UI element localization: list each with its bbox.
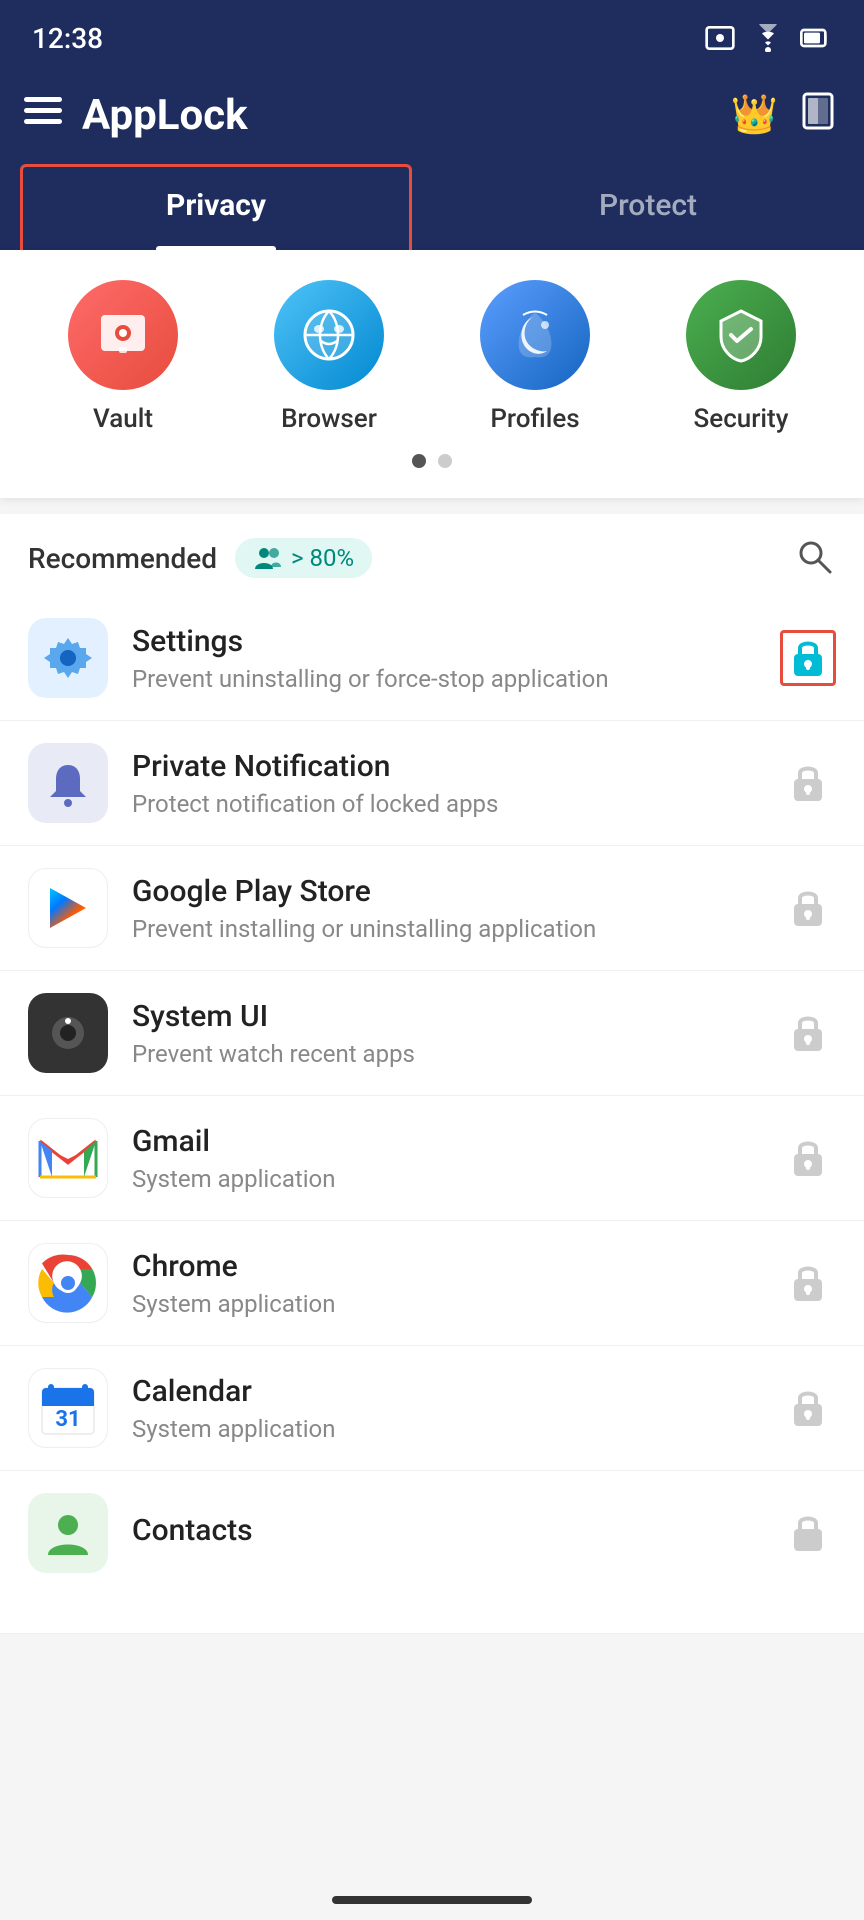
vip-crown-icon[interactable]: 👑	[731, 93, 778, 137]
app-title: AppLock	[82, 91, 711, 140]
status-time: 12:38	[32, 22, 103, 55]
contacts-app-icon	[28, 1493, 108, 1573]
status-bar: 12:38	[0, 0, 864, 70]
playstore-app-desc: Prevent installing or uninstalling appli…	[132, 915, 756, 943]
notification-app-icon	[28, 743, 108, 823]
app-item-calendar[interactable]: 31 Calendar System application	[0, 1346, 864, 1471]
chrome-app-icon	[28, 1243, 108, 1323]
calendar-app-name: Calendar	[132, 1374, 756, 1409]
feature-security-label: Security	[694, 404, 789, 434]
battery-icon	[800, 22, 832, 54]
dot-1	[412, 454, 426, 468]
gmail-app-info: Gmail System application	[132, 1124, 756, 1193]
gmail-app-desc: System application	[132, 1165, 756, 1193]
vault-icon-circle	[68, 280, 178, 390]
playstore-app-name: Google Play Store	[132, 874, 756, 909]
chrome-app-name: Chrome	[132, 1249, 756, 1284]
systemui-app-desc: Prevent watch recent apps	[132, 1040, 756, 1068]
tab-active-indicator	[20, 164, 412, 250]
settings-app-name: Settings	[132, 624, 756, 659]
dot-2	[438, 454, 452, 468]
chrome-app-desc: System application	[132, 1290, 756, 1318]
feature-cards-container: Vault Browser	[0, 250, 864, 498]
carousel-dots	[20, 454, 844, 478]
playstore-app-info: Google Play Store Prevent installing or …	[132, 874, 756, 943]
recommended-header: Recommended > 80%	[0, 514, 864, 596]
home-indicator	[332, 1896, 532, 1904]
screen-record-icon	[704, 22, 736, 54]
gmail-app-icon	[28, 1118, 108, 1198]
recommended-badge-text: > 80%	[291, 544, 354, 572]
playstore-lock-icon[interactable]	[780, 880, 836, 936]
browser-icon-circle	[274, 280, 384, 390]
feature-vault[interactable]: Vault	[43, 280, 203, 434]
calendar-lock-icon[interactable]	[780, 1380, 836, 1436]
tab-bar: Privacy Protect	[0, 160, 864, 250]
wifi-icon	[750, 24, 786, 52]
systemui-app-name: System UI	[132, 999, 756, 1034]
app-item-settings[interactable]: Settings Prevent uninstalling or force-s…	[0, 596, 864, 721]
tab-protect-label: Protect	[599, 188, 697, 223]
security-icon-circle	[686, 280, 796, 390]
feature-browser-label: Browser	[281, 404, 377, 434]
profiles-icon-circle	[480, 280, 590, 390]
contacts-lock-icon[interactable]	[780, 1505, 836, 1561]
app-item-systemui[interactable]: System UI Prevent watch recent apps	[0, 971, 864, 1096]
notification-app-name: Private Notification	[132, 749, 756, 784]
tab-privacy[interactable]: Privacy	[0, 160, 432, 250]
tab-protect[interactable]: Protect	[432, 160, 864, 250]
calendar-app-info: Calendar System application	[132, 1374, 756, 1443]
recommended-left: Recommended > 80%	[28, 538, 372, 578]
svg-text:31: 31	[55, 1407, 80, 1432]
contacts-app-name: Contacts	[132, 1513, 756, 1548]
feature-security[interactable]: Security	[661, 280, 821, 434]
systemui-app-icon	[28, 993, 108, 1073]
feature-row: Vault Browser	[20, 280, 844, 434]
calendar-app-desc: System application	[132, 1415, 756, 1443]
feature-profiles-label: Profiles	[490, 404, 579, 434]
app-list: Settings Prevent uninstalling or force-s…	[0, 596, 864, 1634]
app-item-gmail[interactable]: Gmail System application	[0, 1096, 864, 1221]
app-item-chrome[interactable]: Chrome System application	[0, 1221, 864, 1346]
settings-app-icon	[28, 618, 108, 698]
gmail-lock-icon[interactable]	[780, 1130, 836, 1186]
settings-lock-icon[interactable]	[780, 630, 836, 686]
hamburger-menu-icon[interactable]	[24, 97, 62, 133]
search-button[interactable]	[792, 534, 836, 582]
app-item-playstore[interactable]: Google Play Store Prevent installing or …	[0, 846, 864, 971]
people-icon	[253, 545, 283, 571]
feature-vault-label: Vault	[93, 404, 153, 434]
status-icons	[704, 22, 832, 54]
chrome-app-info: Chrome System application	[132, 1249, 756, 1318]
notification-lock-icon[interactable]	[780, 755, 836, 811]
calendar-app-icon: 31	[28, 1368, 108, 1448]
playstore-app-icon	[28, 868, 108, 948]
recommended-badge: > 80%	[235, 538, 372, 578]
contacts-app-info: Contacts	[132, 1513, 756, 1554]
notification-app-info: Private Notification Protect notificatio…	[132, 749, 756, 818]
app-bar: AppLock 👑	[0, 70, 864, 160]
chrome-lock-icon[interactable]	[780, 1255, 836, 1311]
theme-icon[interactable]	[798, 90, 840, 141]
gmail-app-name: Gmail	[132, 1124, 756, 1159]
app-item-contacts[interactable]: Contacts	[0, 1471, 864, 1634]
recommended-label: Recommended	[28, 542, 217, 575]
tab-underline	[156, 246, 276, 250]
feature-profiles[interactable]: Profiles	[455, 280, 615, 434]
settings-app-info: Settings Prevent uninstalling or force-s…	[132, 624, 756, 693]
settings-app-desc: Prevent uninstalling or force-stop appli…	[132, 665, 756, 693]
feature-browser[interactable]: Browser	[249, 280, 409, 434]
app-item-notification[interactable]: Private Notification Protect notificatio…	[0, 721, 864, 846]
systemui-app-info: System UI Prevent watch recent apps	[132, 999, 756, 1068]
systemui-lock-icon[interactable]	[780, 1005, 836, 1061]
notification-app-desc: Protect notification of locked apps	[132, 790, 756, 818]
